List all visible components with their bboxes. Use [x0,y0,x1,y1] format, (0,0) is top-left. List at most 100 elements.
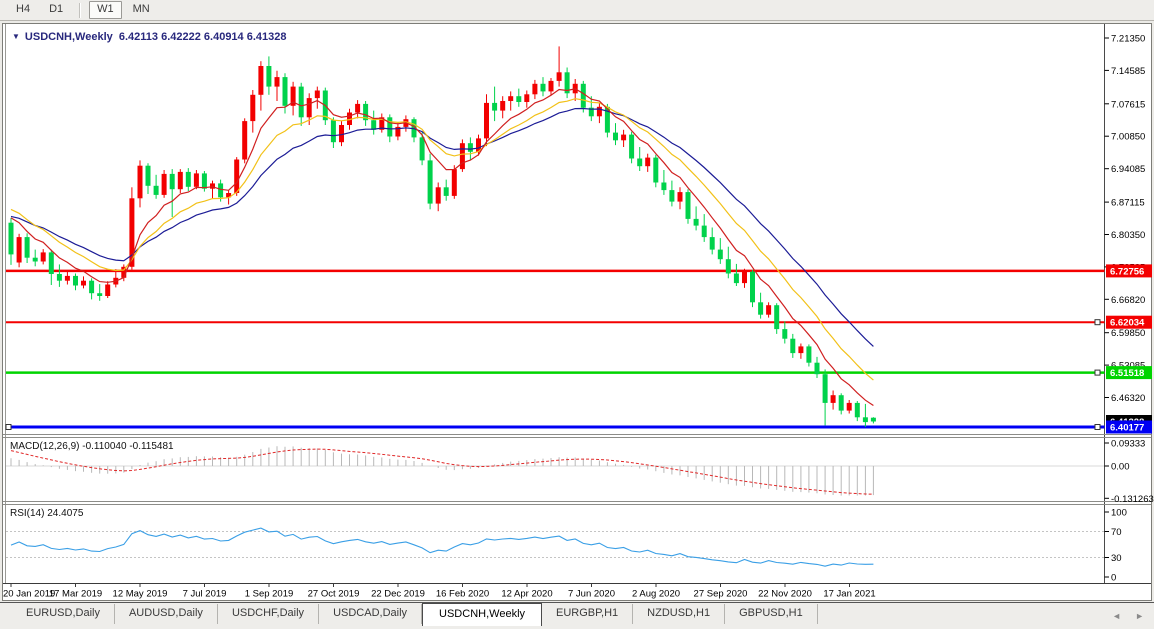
tab-audusd-daily[interactable]: AUDUSD,Daily [115,604,218,624]
candle-body [250,95,255,121]
candle-body [742,272,747,284]
candle-body [766,305,771,315]
candle-body [89,281,94,294]
date-tick-label: 17 Jan 2021 [823,589,875,600]
tab-gbpusd-h1[interactable]: GBPUSD,H1 [725,604,818,624]
candle-body [750,272,755,303]
date-tick-label: 22 Dec 2019 [371,589,425,600]
candle-body [661,183,666,191]
tab-eurgbp-h1[interactable]: EURGBP,H1 [542,604,633,624]
candle-body [863,417,868,422]
candle-body [774,305,779,329]
candle-body [162,174,167,195]
candle-body [218,183,223,197]
chevron-down-icon[interactable]: ▼ [12,32,20,41]
candle-body [97,293,102,296]
candle-body [847,403,852,411]
rsi-axis-label: 30 [1111,553,1122,564]
tab-usdcad-daily[interactable]: USDCAD,Daily [319,604,422,624]
candle-body [242,121,247,159]
candle-body [73,276,78,286]
candle-body [194,173,199,186]
candle-body [484,103,489,138]
candle-body [468,143,473,152]
date-tick-label: 27 Sep 2020 [694,589,748,600]
candle-body [105,285,110,297]
date-tick-label: 7 Jul 2019 [183,589,227,600]
price-tick-label: 7.07615 [1111,99,1145,110]
line-handle [1095,320,1100,325]
candle-body [57,274,62,281]
candle-body [275,77,280,87]
macd-axis-label: 0.09333 [1111,439,1145,450]
chart-tab-bar: EURUSD,Daily AUDUSD,Daily USDCHF,Daily U… [0,602,1154,629]
line-handle [1095,370,1100,375]
candle-body [839,395,844,410]
candle-body [790,339,795,353]
candle-body [758,302,763,314]
chart-title: ▼ USDCNH,Weekly 6.42113 6.42222 6.40914 6… [12,31,287,43]
candle-body [178,172,183,189]
svg-text:6.51518: 6.51518 [1110,368,1144,379]
candle-body [460,143,465,169]
chart-window-frame [3,24,1152,601]
candle-body [532,84,537,95]
candle-body [387,117,392,136]
svg-text:6.40177: 6.40177 [1110,423,1144,434]
candle-body [613,133,618,141]
candle-body [686,192,691,219]
date-tick-label: 7 Jun 2020 [568,589,615,600]
date-tick-label: 27 Oct 2019 [308,589,360,600]
date-tick-label: 2 Aug 2020 [632,589,680,600]
candle-body [831,395,836,403]
date-tick-label: 20 Jan 2019 [3,589,55,600]
price-tick-label: 7.14585 [1111,66,1145,77]
candle-body [138,166,143,199]
candle-body [541,84,546,92]
candle-body [210,183,215,188]
candle-body [9,223,14,255]
candle-body [65,276,70,281]
candle-body [516,96,521,102]
candle-body [702,226,707,238]
candle-body [428,160,433,203]
candle-body [815,363,820,375]
tab-nzdusd-h1[interactable]: NZDUSD,H1 [633,604,725,624]
candle-body [557,72,562,81]
candle-body [871,418,876,422]
candle-body [154,186,159,195]
candle-body [734,274,739,284]
candle-body [41,252,46,261]
candle-body [420,137,425,160]
candle-body [17,237,22,262]
tab-scroll-left-icon[interactable]: ◄ [1112,611,1121,621]
candle-body [798,346,803,353]
candle-body [170,174,175,189]
tab-scroll-right-icon[interactable]: ► [1135,611,1144,621]
chart-symbol-label: USDCNH,Weekly [25,31,113,43]
tab-eurusd-daily[interactable]: EURUSD,Daily [12,604,115,624]
candle-body [266,66,271,87]
tab-usdchf-daily[interactable]: USDCHF,Daily [218,604,319,624]
macd-axis-label: 0.00 [1111,462,1130,473]
candle-body [33,258,38,262]
candle-body [258,66,263,95]
candle-body [726,259,731,273]
candle-body [81,281,86,286]
line-handle [1095,425,1100,430]
candle-body [823,374,828,403]
tab-usdcnh-weekly[interactable]: USDCNH,Weekly [422,603,542,626]
price-tick-label: 6.80350 [1111,230,1145,241]
price-tick-label: 6.87115 [1111,198,1145,209]
rsi-axis-label: 70 [1111,527,1122,538]
candle-body [25,237,30,258]
macd-axis-label: -0.131263 [1111,494,1154,505]
candle-body [186,172,191,187]
candle-body [283,77,288,106]
chart-ohlc-values: 6.42113 6.42222 6.40914 6.41328 [119,31,287,43]
candle-body [524,94,529,102]
chart-canvas[interactable]: 7.213507.145857.076157.008506.940856.871… [0,0,1154,629]
candle-body [508,96,513,101]
candle-body [355,104,360,113]
candle-body [202,173,207,188]
